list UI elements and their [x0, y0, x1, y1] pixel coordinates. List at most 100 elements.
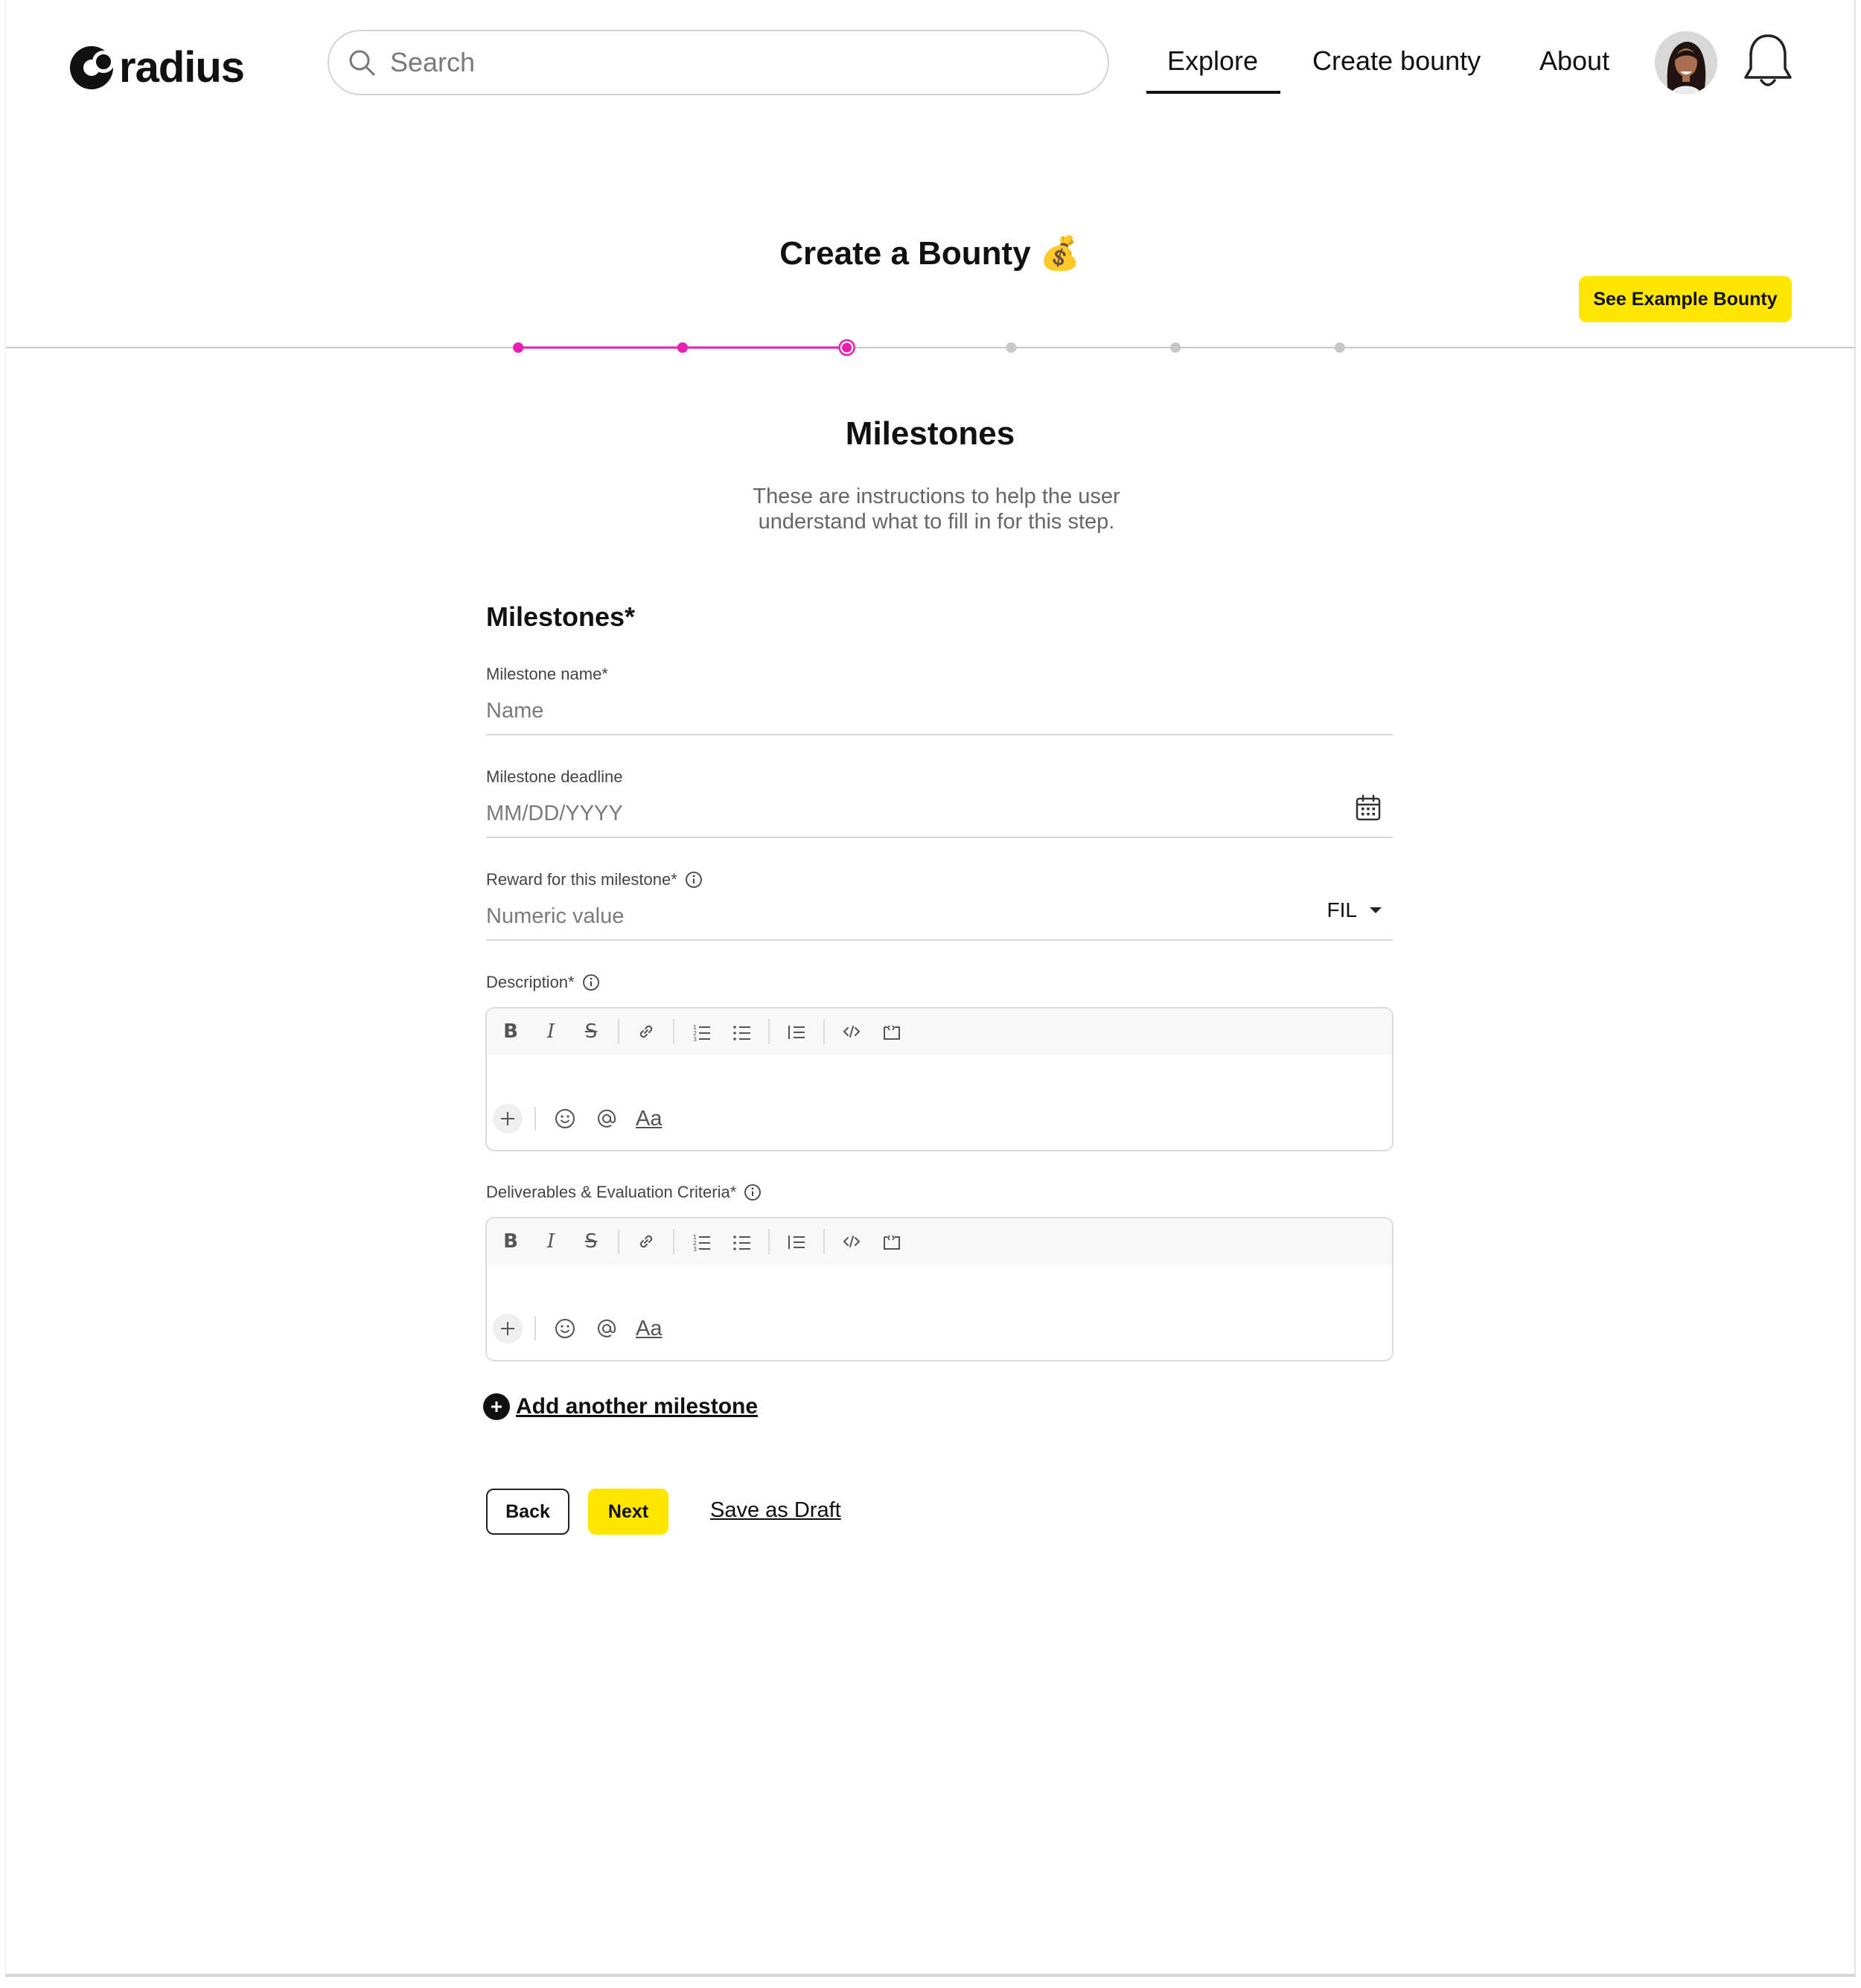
- italic-icon[interactable]: I: [537, 1228, 564, 1255]
- toolbar-divider: [823, 1019, 825, 1044]
- radius-logo[interactable]: radius: [70, 43, 245, 92]
- link-icon[interactable]: [633, 1018, 660, 1045]
- see-example-bounty-button[interactable]: See Example Bounty: [1579, 276, 1792, 322]
- search-input[interactable]: [390, 47, 1060, 78]
- description-editor[interactable]: B I S 123 Aa: [485, 1007, 1394, 1151]
- deliverables-label: Deliverables & Evaluation Criteria*: [486, 1183, 737, 1201]
- strikethrough-icon[interactable]: S: [578, 1018, 604, 1045]
- info-icon[interactable]: [685, 871, 703, 889]
- notification-bell-icon[interactable]: [1742, 31, 1794, 91]
- blockquote-icon[interactable]: [783, 1018, 810, 1045]
- strikethrough-icon[interactable]: S: [578, 1228, 604, 1255]
- blockquote-icon[interactable]: [783, 1228, 810, 1255]
- milestone-deadline-label: Milestone deadline: [486, 767, 623, 786]
- progress-stepper: [513, 339, 1345, 357]
- code-icon[interactable]: [838, 1228, 865, 1255]
- deliverables-editor[interactable]: B I S 123 Aa: [485, 1217, 1394, 1361]
- add-attachment-button[interactable]: [493, 1314, 523, 1343]
- reward-label: Reward for this milestone*: [486, 870, 677, 889]
- svg-text:3: 3: [693, 1036, 697, 1042]
- save-as-draft-link[interactable]: Save as Draft: [710, 1498, 841, 1523]
- toolbar-divider: [673, 1019, 674, 1044]
- back-button[interactable]: Back: [486, 1489, 569, 1535]
- text-format-toggle[interactable]: Aa: [636, 1317, 662, 1341]
- deliverables-label-row: Deliverables & Evaluation Criteria*: [486, 1183, 762, 1202]
- avatar-image: [1655, 31, 1717, 94]
- add-milestone-label: Add another milestone: [516, 1394, 759, 1419]
- toolbar-divider: [768, 1229, 770, 1254]
- money-bag-icon: 💰: [1039, 235, 1081, 272]
- bullet-list-icon[interactable]: [728, 1228, 755, 1255]
- stepper-step-6[interactable]: [1334, 342, 1345, 353]
- user-avatar[interactable]: [1655, 31, 1717, 94]
- nav-create-bounty[interactable]: Create bounty: [1312, 43, 1481, 79]
- milestone-deadline-input[interactable]: [486, 799, 1393, 828]
- plus-icon: [501, 1322, 514, 1335]
- nav-about[interactable]: About: [1539, 43, 1609, 79]
- reward-input[interactable]: [486, 901, 1393, 931]
- editor-content-area[interactable]: [487, 1265, 1392, 1314]
- logo-text: radius: [119, 43, 245, 92]
- code-block-icon[interactable]: [878, 1228, 905, 1255]
- plus-icon: [501, 1112, 514, 1125]
- milestone-name-input[interactable]: [486, 696, 1393, 726]
- editor-bottom-bar: Aa: [487, 1314, 1392, 1343]
- nav-explore[interactable]: Explore: [1167, 43, 1258, 79]
- nav-active-indicator: [1146, 91, 1280, 94]
- next-button[interactable]: Next: [588, 1489, 668, 1535]
- toolbar-divider: [768, 1019, 770, 1044]
- stepper-step-5[interactable]: [1170, 342, 1181, 353]
- toolbar-divider: [823, 1229, 825, 1254]
- editor-content-area[interactable]: [487, 1055, 1392, 1104]
- mention-icon[interactable]: [594, 1316, 619, 1341]
- add-another-milestone-button[interactable]: Add another milestone: [483, 1393, 758, 1420]
- milestone-deadline-field: Milestone deadline: [486, 767, 1393, 838]
- toolbar-divider: [618, 1019, 619, 1044]
- bullet-list-icon[interactable]: [728, 1018, 755, 1045]
- code-block-icon[interactable]: [878, 1018, 905, 1045]
- add-attachment-button[interactable]: [493, 1104, 523, 1134]
- info-icon[interactable]: [582, 974, 600, 991]
- editor-bottom-bar: Aa: [487, 1104, 1392, 1134]
- chevron-down-icon: [1370, 907, 1382, 913]
- currency-select[interactable]: FIL: [1327, 898, 1382, 922]
- toolbar-divider: [534, 1107, 536, 1131]
- stepper-step-3[interactable]: [842, 342, 852, 353]
- reward-field: Reward for this milestone* FIL: [486, 870, 1393, 941]
- code-icon[interactable]: [838, 1018, 865, 1045]
- ordered-list-icon[interactable]: 123: [688, 1018, 715, 1045]
- svg-text:3: 3: [693, 1246, 697, 1252]
- info-icon[interactable]: [744, 1183, 762, 1201]
- text-format-toggle[interactable]: Aa: [636, 1107, 662, 1131]
- calendar-icon[interactable]: [1356, 794, 1381, 821]
- currency-value: FIL: [1327, 898, 1357, 921]
- search-bar[interactable]: [328, 30, 1109, 95]
- bold-icon[interactable]: B: [497, 1018, 524, 1045]
- search-icon: [349, 50, 375, 76]
- description-label-row: Description*: [486, 973, 600, 992]
- plus-circle-icon: [483, 1393, 510, 1420]
- link-icon[interactable]: [633, 1228, 660, 1255]
- page-title-text: Create a Bounty: [779, 235, 1031, 272]
- ordered-list-icon[interactable]: 123: [688, 1228, 715, 1255]
- stepper-step-1[interactable]: [513, 342, 524, 353]
- mention-icon[interactable]: [594, 1106, 619, 1131]
- editor-toolbar: B I S 123: [487, 1009, 1392, 1055]
- logo-icon: [70, 46, 115, 89]
- section-title: Milestones: [845, 415, 1015, 452]
- emoji-icon[interactable]: [552, 1106, 578, 1131]
- milestone-name-field: Milestone name*: [486, 665, 1393, 735]
- italic-icon[interactable]: I: [537, 1018, 564, 1045]
- stepper-step-4[interactable]: [1006, 342, 1017, 353]
- toolbar-divider: [673, 1229, 674, 1254]
- description-label: Description*: [486, 973, 575, 991]
- milestone-name-label: Milestone name*: [486, 665, 608, 683]
- emoji-icon[interactable]: [552, 1316, 578, 1341]
- editor-toolbar: B I S 123: [487, 1218, 1392, 1265]
- stepper-step-2[interactable]: [677, 342, 688, 353]
- bold-icon[interactable]: B: [497, 1228, 524, 1255]
- page: radius Explore Create bounty About Creat…: [5, 0, 1856, 1977]
- reward-label-row: Reward for this milestone*: [486, 870, 1393, 889]
- form-heading: Milestones*: [486, 601, 636, 632]
- toolbar-divider: [618, 1229, 619, 1254]
